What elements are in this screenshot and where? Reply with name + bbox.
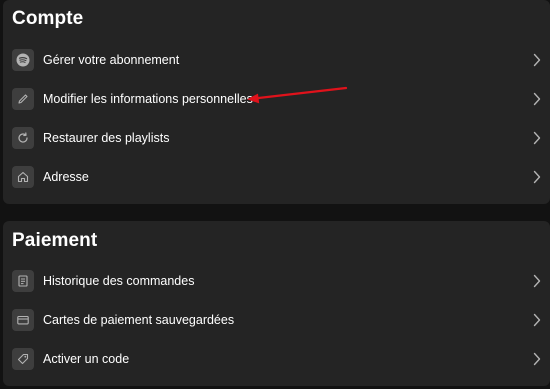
edit-personal-info-label: Modifier les informations personnelles bbox=[43, 91, 253, 106]
home-icon bbox=[12, 165, 34, 188]
redeem-code-label: Activer un code bbox=[43, 351, 130, 366]
order-history-label: Historique des commandes bbox=[43, 273, 195, 288]
credit-card-icon bbox=[12, 308, 34, 331]
pencil-icon bbox=[12, 87, 34, 110]
chevron-right-icon bbox=[533, 170, 541, 183]
address-row[interactable]: Adresse bbox=[3, 157, 550, 196]
chevron-right-icon bbox=[533, 313, 541, 326]
section-title-compte: Compte bbox=[12, 8, 84, 29]
manage-subscription-label: Gérer votre abonnement bbox=[43, 52, 180, 67]
chevron-right-icon bbox=[533, 274, 541, 287]
chevron-right-icon bbox=[533, 92, 541, 105]
chevron-right-icon bbox=[533, 53, 541, 66]
payment-section: Paiement Historique des commandes Cartes… bbox=[3, 221, 550, 386]
account-section: Compte Gérer votre abonnement Modifier l… bbox=[3, 0, 550, 204]
refresh-icon bbox=[12, 126, 34, 149]
address-label: Adresse bbox=[43, 169, 89, 184]
saved-cards-row[interactable]: Cartes de paiement sauvegardées bbox=[3, 300, 550, 339]
order-history-row[interactable]: Historique des commandes bbox=[3, 261, 550, 300]
restore-playlists-label: Restaurer des playlists bbox=[43, 130, 170, 145]
section-title-paiement: Paiement bbox=[12, 230, 98, 251]
edit-personal-info-row[interactable]: Modifier les informations personnelles bbox=[3, 79, 550, 118]
saved-cards-label: Cartes de paiement sauvegardées bbox=[43, 312, 235, 327]
chevron-right-icon bbox=[533, 352, 541, 365]
manage-subscription-row[interactable]: Gérer votre abonnement bbox=[3, 40, 550, 79]
receipt-icon bbox=[12, 269, 34, 292]
restore-playlists-row[interactable]: Restaurer des playlists bbox=[3, 118, 550, 157]
chevron-right-icon bbox=[533, 131, 541, 144]
tag-icon bbox=[12, 347, 34, 370]
redeem-code-row[interactable]: Activer un code bbox=[3, 339, 550, 378]
spotify-icon bbox=[12, 48, 34, 71]
